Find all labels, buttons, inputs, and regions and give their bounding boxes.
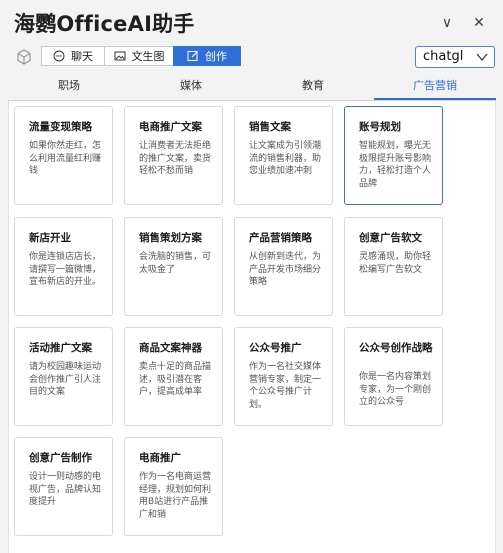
card-title: 商品文案神器 [139, 342, 202, 354]
card-title: 公众号推广 [249, 342, 302, 354]
card-description: 让文案成为引领潮流的销售利器，助您业绩加速冲刺 [249, 141, 322, 176]
model-select[interactable]: chatgl [415, 46, 495, 68]
tab-education[interactable]: 教育 [252, 74, 374, 100]
app-title: 海鹦OfficeAI助手 [14, 12, 195, 36]
close-button[interactable]: ✕ [470, 14, 488, 32]
template-card[interactable]: 电商推广 作为一名电商运营经理，规划如何利用B站进行产品推广和销 [124, 437, 223, 536]
card-title: 账号规划 [359, 121, 401, 133]
model-select-value: chatgl [423, 49, 464, 64]
tab-advertising-marketing[interactable]: 广告营销 [374, 74, 496, 100]
card-title: 产品营销策略 [249, 232, 312, 244]
mode-toolbar: 聊天 文生图 创作 chatgl [0, 44, 503, 70]
card-title: 创意广告制作 [29, 452, 92, 464]
text-to-image-mode-label: 文生图 [131, 50, 165, 63]
template-card[interactable]: 创意广告制作 设计一则动感的电视广告，品牌认知度提升 [14, 437, 113, 536]
chevron-down-icon [476, 53, 488, 61]
card-title: 电商推广文案 [139, 121, 202, 133]
template-card[interactable]: 流量变现策略 如果你然走红，怎么利用流量红利赚钱 [14, 106, 113, 205]
card-description: 设计一则动感的电视广告，品牌认知度提升 [29, 472, 102, 507]
card-description: 卖点十足的商品描述，吸引潜在客户，提高成单率 [139, 362, 212, 397]
collapse-button[interactable]: ∨ [438, 14, 456, 32]
card-title: 流量变现策略 [29, 121, 92, 133]
card-title: 电商推广 [139, 452, 181, 464]
create-mode-label: 创作 [205, 50, 227, 63]
chat-mode-button[interactable]: 聊天 [41, 46, 105, 66]
card-description: 灵感涌现，助你轻松编写广告软文 [359, 252, 432, 275]
tab-workplace[interactable]: 职场 [8, 74, 130, 100]
tab-media[interactable]: 媒体 [130, 74, 252, 100]
card-description: 你是一名内容策划专家，为一个刚创立的公众号 [359, 372, 432, 407]
create-mode-button[interactable]: 创作 [173, 46, 241, 66]
chevron-down-icon: ∨ [441, 15, 453, 31]
template-card[interactable]: 销售文案 让文案成为引领潮流的销售利器，助您业绩加速冲刺 [234, 106, 333, 205]
card-description: 作为一名社交媒体营销专家，制定一个公众号推广计划。 [249, 362, 322, 410]
template-card[interactable]: 公众号创作战略 你是一名内容策划专家，为一个刚创立的公众号 [344, 327, 443, 426]
title-bar: 海鹦OfficeAI助手 ∨ ✕ [0, 0, 503, 44]
card-description: 请为校园趣味运动会创作推广引人注目的文案 [29, 362, 102, 397]
card-title: 销售策划方案 [139, 232, 202, 244]
card-description: 智能规划，曝光无极限提升账号影响力，轻松打造个人品牌 [359, 141, 432, 189]
card-title: 公众号创作战略 [359, 342, 433, 354]
cube-icon[interactable] [15, 48, 33, 66]
image-icon [114, 51, 125, 61]
card-title: 销售文案 [249, 121, 291, 133]
category-tabs: 职场 媒体 教育 广告营销 [8, 74, 496, 101]
template-card[interactable]: 公众号推广 作为一名社交媒体营销专家，制定一个公众号推广计划。 [234, 327, 333, 426]
template-card-selected[interactable]: 账号规划 智能规划，曝光无极限提升账号影响力，轻松打造个人品牌 [344, 106, 443, 205]
close-icon: ✕ [473, 15, 485, 31]
template-card[interactable]: 销售策划方案 会洗脑的销售，可太吸金了 [124, 217, 223, 316]
chat-bubble-icon [53, 50, 65, 62]
card-title: 创意广告软文 [359, 232, 422, 244]
card-description: 如果你然走红，怎么利用流量红利赚钱 [29, 141, 102, 176]
template-card[interactable]: 活动推广文案 请为校园趣味运动会创作推广引人注目的文案 [14, 327, 113, 426]
template-card[interactable]: 新店开业 你是连锁店店长，请撰写一篇微博，宣布新店的开业。 [14, 217, 113, 316]
card-description: 你是连锁店店长，请撰写一篇微博，宣布新店的开业。 [29, 252, 102, 287]
text-to-image-mode-button[interactable]: 文生图 [104, 46, 174, 66]
template-card-grid: 流量变现策略 如果你然走红，怎么利用流量红利赚钱 电商推广文案 让消费者无法拒绝… [8, 101, 496, 553]
card-description: 从创新到迭代，为产品开发市场细分策略 [249, 252, 322, 287]
chat-mode-label: 聊天 [71, 50, 93, 63]
template-card[interactable]: 电商推广文案 让消费者无法拒绝的推广文案，卖货轻松不愁而销 [124, 106, 223, 205]
card-description: 会洗脑的销售，可太吸金了 [139, 252, 212, 275]
edit-icon [187, 51, 198, 61]
template-card[interactable]: 产品营销策略 从创新到迭代，为产品开发市场细分策略 [234, 217, 333, 316]
card-description: 作为一名电商运营经理，规划如何利用B站进行产品推广和销 [139, 472, 212, 520]
card-title: 新店开业 [29, 232, 71, 244]
card-title: 活动推广文案 [29, 342, 92, 354]
template-card[interactable]: 创意广告软文 灵感涌现，助你轻松编写广告软文 [344, 217, 443, 316]
card-description: 让消费者无法拒绝的推广文案，卖货轻松不愁而销 [139, 141, 212, 176]
template-card[interactable]: 商品文案神器 卖点十足的商品描述，吸引潜在客户，提高成单率 [124, 327, 223, 426]
